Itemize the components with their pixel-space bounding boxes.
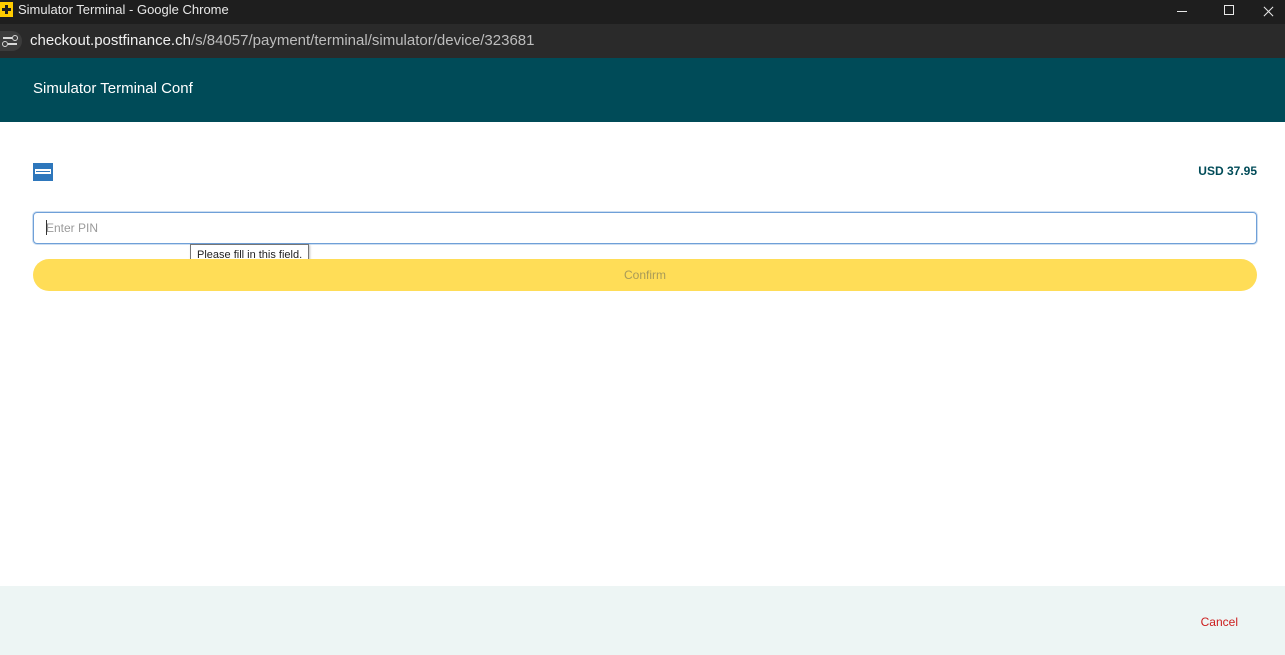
window-title: Simulator Terminal - Google Chrome (18, 2, 229, 17)
cancel-link[interactable]: Cancel (1201, 615, 1238, 629)
address-bar[interactable]: checkout.postfinance.ch/s/84057/payment/… (0, 24, 1285, 58)
url-text[interactable]: checkout.postfinance.ch/s/84057/payment/… (30, 32, 534, 50)
close-icon[interactable] (1248, 0, 1285, 24)
page-header: Simulator Terminal Conf (0, 58, 1285, 122)
payment-amount: USD 37.95 (1198, 164, 1257, 178)
confirm-button[interactable]: Confirm (33, 259, 1257, 291)
url-path: /s/84057/payment/terminal/simulator/devi… (190, 32, 535, 49)
pin-input[interactable] (33, 212, 1257, 244)
page-title: Simulator Terminal Conf (33, 80, 193, 97)
tune-icon[interactable] (0, 31, 22, 51)
browser-title-bar: Simulator Terminal - Google Chrome (0, 0, 1285, 24)
postfinance-icon (0, 2, 13, 17)
page-footer: Cancel (0, 586, 1285, 655)
minimize-icon[interactable] (1156, 0, 1206, 24)
url-host: checkout.postfinance.ch (30, 32, 191, 49)
maximize-icon[interactable] (1204, 0, 1254, 24)
text-cursor (46, 220, 47, 235)
amex-card-icon (33, 163, 53, 181)
